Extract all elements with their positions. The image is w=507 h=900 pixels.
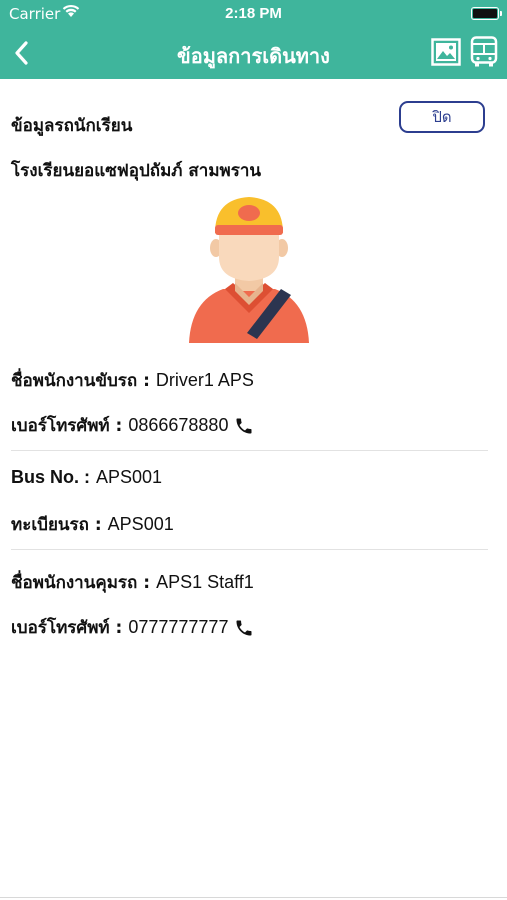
- staff-name-value: APS1 Staff1: [156, 572, 254, 592]
- driver-name-row: ชื่อพนักงานขับรถ : Driver1 APS: [11, 367, 254, 394]
- image-icon: [431, 38, 461, 66]
- school-name: โรงเรียนยอแซฟอุปถัมภ์ สามพราน: [11, 161, 262, 181]
- driver-phone-value: 0866678880: [128, 415, 229, 435]
- bus-plate-row: ทะเบียนรถ : APS001: [11, 511, 174, 538]
- clock: 2:18 PM: [225, 5, 282, 22]
- staff-phone-label: เบอร์โทรศัพท์ :: [11, 618, 123, 638]
- bus-button[interactable]: [470, 36, 498, 68]
- driver-name-label: ชื่อพนักงานขับรถ :: [11, 371, 150, 391]
- bus-number-row: Bus No. : APS001: [11, 467, 162, 488]
- bus-number-value: APS001: [96, 467, 163, 487]
- battery-icon: [471, 7, 502, 20]
- section-title: ข้อมูลรถนักเรียน: [11, 116, 133, 136]
- driver-phone-row: เบอร์โทรศัพท์ : 0866678880: [11, 412, 254, 439]
- staff-name-row: ชื่อพนักงานคุมรถ : APS1 Staff1: [11, 569, 254, 596]
- status-bar: Carrier 2:18 PM: [0, 0, 507, 28]
- divider: [11, 549, 488, 550]
- driver-phone-label: เบอร์โทรศัพท์ :: [11, 416, 123, 436]
- phone-icon: [236, 418, 252, 433]
- bus-plate-value: APS001: [107, 514, 174, 534]
- nav-bar: ข้อมูลการเดินทาง: [0, 28, 507, 79]
- phone-icon: [236, 620, 252, 635]
- bus-plate-label: ทะเบียนรถ :: [11, 515, 102, 535]
- staff-phone-row: เบอร์โทรศัพท์ : 0777777777: [11, 614, 254, 641]
- photo-button[interactable]: [431, 38, 461, 66]
- bus-number-label: Bus No. :: [11, 467, 90, 487]
- bottom-divider: [0, 897, 507, 898]
- staff-name-label: ชื่อพนักงานคุมรถ :: [11, 573, 151, 593]
- driver-name-value: Driver1 APS: [155, 370, 254, 390]
- driver-avatar: [187, 193, 311, 345]
- close-button[interactable]: ปิด: [399, 101, 485, 133]
- staff-phone-value: 0777777777: [128, 617, 229, 637]
- bus-icon: [470, 36, 498, 67]
- call-driver-button[interactable]: [234, 416, 254, 436]
- divider: [11, 450, 488, 451]
- call-staff-button[interactable]: [234, 618, 254, 638]
